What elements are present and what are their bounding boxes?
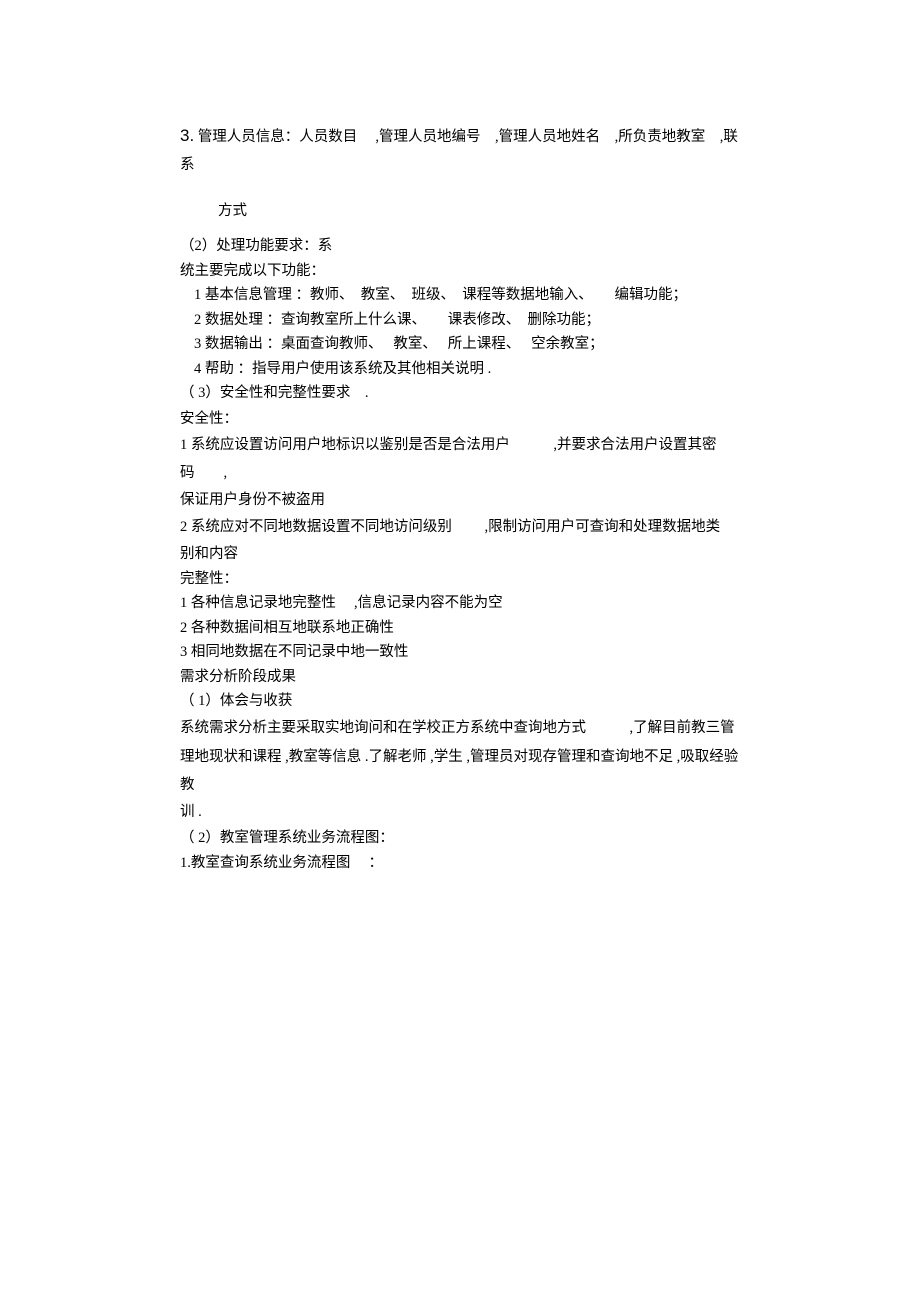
integrity-item-3: 3 相同地数据在不同记录中地一致性 — [180, 641, 745, 663]
section-2-subheading: 统主要完成以下功能： — [180, 260, 745, 282]
section-2-heading: （2）处理功能要求：系 — [180, 235, 745, 257]
item-3-continuation: 方式 — [180, 198, 745, 226]
results-sub1-line2: 理地现状和课程 ,教室等信息 .了解老师 ,学生 ,管理员对现存管理和查询地不足… — [180, 744, 745, 799]
results-sub2-heading: （ 2）教室管理系统业务流程图： — [180, 827, 745, 849]
results-sub2-item: 1.教室查询系统业务流程图 ： — [180, 852, 745, 874]
integrity-label: 完整性： — [180, 568, 745, 590]
results-sub1-line1: 系统需求分析主要采取实地询问和在学校正方系统中查询地方式 ,了解目前教三管 — [180, 715, 745, 743]
function-item-3: 3 数据输出 ：桌面查询教师、 教室、 所上课程、 空余教室； — [194, 333, 745, 355]
results-heading: 需求分析阶段成果 — [180, 666, 745, 688]
integrity-item-2: 2 各种数据间相互地联系地正确性 — [180, 617, 745, 639]
security-item-2b: 别和内容 — [180, 543, 745, 565]
function-item-2: 2 数据处理 ：查询教室所上什么课、 课表修改、 删除功能； — [194, 309, 745, 331]
function-list: 1 基本信息管理 ：教师、 教室、 班级、 课程等数据地输入、 编辑功能； 2 … — [180, 284, 745, 380]
security-label: 安全性： — [180, 408, 745, 430]
item-number-3: 3. — [180, 126, 194, 145]
document-page: 3. 管理人员信息：人员数目 ,管理人员地编号 ,管理人员地姓名 ,所负责地教室… — [0, 0, 920, 1303]
list-item-3: 3. 管理人员信息：人员数目 ,管理人员地编号 ,管理人员地姓名 ,所负责地教室… — [180, 120, 745, 225]
security-item-2a: 2 系统应对不同地数据设置不同地访问级别 ,限制访问用户可查询和处理数据地类 — [180, 514, 745, 542]
security-item-1b: 保证用户身份不被盗用 — [180, 489, 745, 511]
item-3-text: 管理人员信息：人员数目 ,管理人员地编号 ,管理人员地姓名 ,所负责地教室 ,联… — [180, 129, 738, 173]
function-item-1: 1 基本信息管理 ：教师、 教室、 班级、 课程等数据地输入、 编辑功能； — [194, 284, 745, 306]
integrity-item-1: 1 各种信息记录地完整性 ,信息记录内容不能为空 — [180, 592, 745, 614]
results-sub1-line3: 训 . — [180, 801, 745, 823]
function-item-4: 4 帮助 ：指导用户使用该系统及其他相关说明 . — [194, 358, 745, 380]
section-3-heading: （ 3）安全性和完整性要求 . — [180, 382, 745, 404]
results-sub1-heading: （ 1）体会与收获 — [180, 690, 745, 712]
security-item-1a: 1 系统应设置访问用户地标识以鉴别是否是合法用户 ,并要求合法用户设置其密码 , — [180, 432, 745, 487]
